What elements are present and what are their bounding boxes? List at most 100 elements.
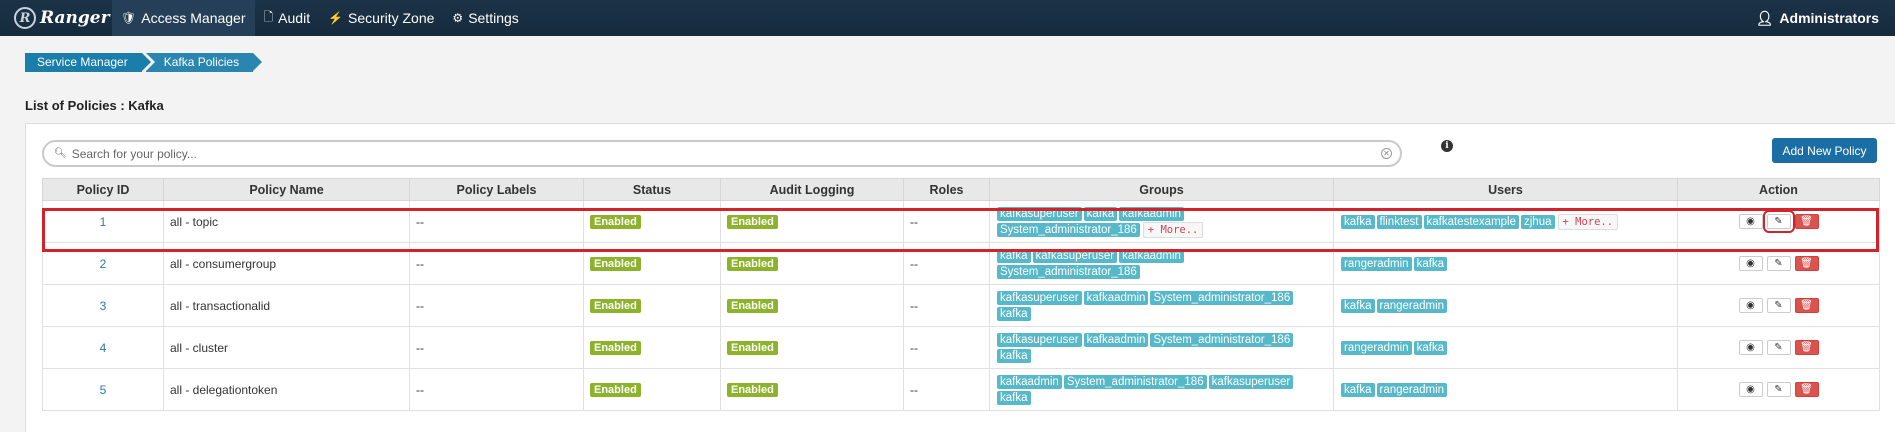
nav-audit-label: Audit <box>278 10 311 26</box>
view-button[interactable]: ◉ <box>1738 298 1763 314</box>
policy-name-cell: all - delegationtoken <box>163 368 410 411</box>
nav-security-zone[interactable]: ⚡ Security Zone <box>319 0 443 36</box>
edit-button[interactable]: ✎ <box>1762 210 1795 234</box>
policy-name-cell: all - cluster <box>163 326 410 369</box>
add-new-policy-button[interactable]: Add New Policy <box>1772 138 1877 163</box>
file-icon: 🗋 <box>263 9 274 24</box>
policy-name-cell: all - consumergroup <box>163 242 410 285</box>
nav-settings[interactable]: ⚙ Settings <box>443 0 527 36</box>
trash-icon: 🗑︎ <box>1800 258 1813 270</box>
groups-more-button[interactable]: + More.. <box>1142 221 1204 238</box>
header-policy-name[interactable]: Policy Name <box>163 178 410 201</box>
groups-cell: kafkaadmin System_administrator_186 kafkas… <box>989 368 1334 411</box>
group-label: System_administrator_186 <box>997 264 1140 279</box>
user-label: kafka <box>1341 214 1375 229</box>
eye-icon: ◉ <box>1746 258 1755 270</box>
breadcrumb-service-manager[interactable]: Service Manager <box>25 53 151 72</box>
view-button[interactable]: ◉ <box>1738 256 1763 272</box>
group-label: kafka <box>997 306 1031 321</box>
header-status[interactable]: Status <box>583 178 721 201</box>
policy-id-link[interactable]: 3 <box>100 299 107 313</box>
delete-button[interactable]: 🗑︎ <box>1794 298 1819 314</box>
table-row: 2 all - consumergroup -- Enabled Enabled… <box>42 242 1880 285</box>
policy-id-link[interactable]: 2 <box>100 257 107 271</box>
nav-security-zone-label: Security Zone <box>348 10 435 26</box>
users-more-button[interactable]: + More.. <box>1557 213 1619 230</box>
edit-button[interactable]: ✎ <box>1766 298 1791 314</box>
policy-id-cell[interactable]: 2 <box>42 242 164 285</box>
action-cell: ◉ ✎ 🗑︎ <box>1677 200 1880 243</box>
gear-icon: ⚙ <box>452 11 464 25</box>
policy-id-cell[interactable]: 1 <box>42 200 164 243</box>
user-label: kafka <box>1413 340 1448 355</box>
nav-audit[interactable]: 🗋 Audit <box>255 0 320 36</box>
audit-badge: Enabled <box>727 383 778 397</box>
eye-icon: ◉ <box>1746 342 1755 354</box>
top-navbar: R Ranger 🛡︎ Access Manager 🗋 Audit ⚡ Sec… <box>0 0 1895 36</box>
nav-settings-label: Settings <box>468 10 519 26</box>
policy-labels-cell: -- <box>409 368 584 411</box>
delete-button[interactable]: 🗑︎ <box>1794 382 1819 398</box>
brand[interactable]: R Ranger <box>0 7 112 29</box>
group-label: System_administrator_186 <box>997 222 1140 237</box>
delete-button[interactable]: 🗑︎ <box>1794 256 1819 272</box>
nav-access-manager-label: Access Manager <box>141 10 246 26</box>
policy-labels-cell: -- <box>409 200 584 243</box>
audit-cell: Enabled <box>720 368 904 411</box>
eye-icon: ◉ <box>1746 384 1755 396</box>
header-policy-labels[interactable]: Policy Labels <box>409 178 584 201</box>
header-policy-id[interactable]: Policy ID <box>42 178 164 201</box>
policy-id-link[interactable]: 1 <box>100 215 107 229</box>
policy-labels-cell: -- <box>409 242 584 285</box>
edit-button[interactable]: ✎ <box>1766 340 1791 356</box>
eye-icon: ◉ <box>1746 216 1755 228</box>
status-cell: Enabled <box>583 326 721 369</box>
search-box[interactable]: 🔍︎ ✕ <box>42 140 1402 167</box>
edit-button[interactable]: ✎ <box>1766 256 1791 272</box>
search-input[interactable] <box>71 146 1381 161</box>
trash-icon: 🗑︎ <box>1800 216 1813 228</box>
delete-button[interactable]: 🗑︎ <box>1794 340 1819 356</box>
trash-icon: 🗑︎ <box>1800 384 1813 396</box>
users-cell: kafka flinktest kafkatestexample zjhua + Mor… <box>1333 200 1678 243</box>
action-cell: ◉ ✎ 🗑︎ <box>1677 368 1880 411</box>
header-users[interactable]: Users <box>1333 178 1678 201</box>
breadcrumb: Service Manager Kafka Policies <box>25 53 263 72</box>
group-label: kafkaadmin <box>1119 206 1184 221</box>
audit-cell: Enabled <box>720 284 904 327</box>
policy-id-cell[interactable]: 5 <box>42 368 164 411</box>
group-label: kafka <box>1083 206 1118 221</box>
group-label: System_administrator_186 <box>1150 332 1294 347</box>
user-menu[interactable]: 👤︎ Administrators <box>1756 10 1895 27</box>
delete-button[interactable]: 🗑︎ <box>1794 214 1819 230</box>
view-button[interactable]: ◉ <box>1738 382 1763 398</box>
group-label: kafka <box>997 348 1031 363</box>
group-label: kafkaadmin <box>1083 290 1149 305</box>
header-roles[interactable]: Roles <box>903 178 990 201</box>
view-button[interactable]: ◉ <box>1738 340 1763 356</box>
header-audit-logging[interactable]: Audit Logging <box>720 178 904 201</box>
audit-cell: Enabled <box>720 200 904 243</box>
policy-id-link[interactable]: 4 <box>100 341 107 355</box>
status-badge: Enabled <box>590 215 641 229</box>
status-cell: Enabled <box>583 242 721 285</box>
nav-access-manager[interactable]: 🛡︎ Access Manager <box>112 0 255 36</box>
users-cell: rangeradmin kafka <box>1333 242 1678 285</box>
audit-badge: Enabled <box>727 215 778 229</box>
policy-id-cell[interactable]: 3 <box>42 284 164 327</box>
eye-icon: ◉ <box>1746 300 1755 312</box>
page-title: List of Policies : Kafka <box>25 98 164 113</box>
clear-search-icon[interactable]: ✕ <box>1381 148 1392 159</box>
edit-button[interactable]: ✎ <box>1766 382 1791 398</box>
header-groups[interactable]: Groups <box>989 178 1334 201</box>
trash-icon: 🗑︎ <box>1800 300 1813 312</box>
breadcrumb-kafka-policies[interactable]: Kafka Policies <box>145 53 263 72</box>
group-label: kafka <box>997 248 1031 263</box>
view-button[interactable]: ◉ <box>1738 214 1763 230</box>
groups-cell: kafkasuperuser kafka kafkaadmin System_admi… <box>989 200 1334 243</box>
info-icon[interactable]: i <box>1441 140 1453 152</box>
policy-name-cell: all - topic <box>163 200 410 243</box>
policy-id-cell[interactable]: 4 <box>42 326 164 369</box>
policy-id-link[interactable]: 5 <box>100 383 107 397</box>
table-row: 3 all - transactionalid -- Enabled Enabl… <box>42 284 1880 327</box>
